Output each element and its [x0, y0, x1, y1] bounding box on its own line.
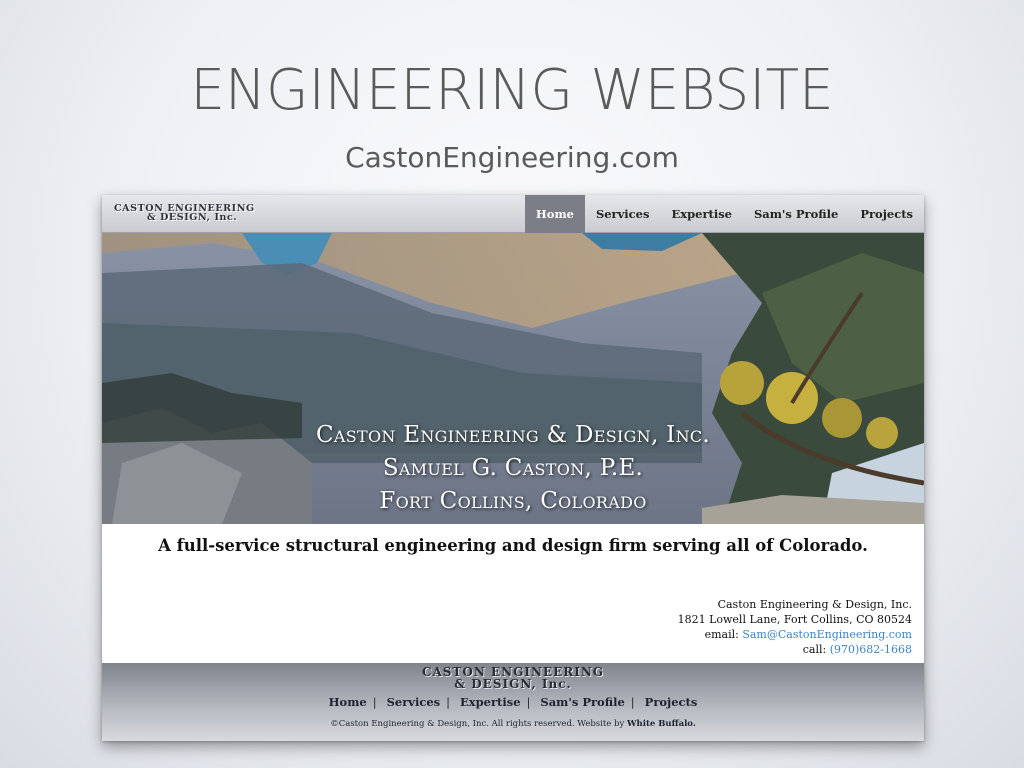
nav-services[interactable]: Services — [585, 195, 661, 233]
slide-title: ENGINEERING WEBSITE — [190, 58, 834, 123]
slide-subtitle: CastonEngineering.com — [345, 141, 679, 174]
hero-title-block: Caston Engineering & Design, Inc. Samuel… — [102, 419, 924, 518]
nav-sams-profile[interactable]: Sam's Profile — [743, 195, 849, 233]
copyright-notice: ©Caston Engineering & Design, Inc. All r… — [102, 719, 924, 729]
footer-nav-home[interactable]: Home — [329, 695, 367, 709]
footer-nav-projects[interactable]: Projects — [645, 695, 698, 709]
footer-nav-sams-profile[interactable]: Sam's Profile — [540, 695, 624, 709]
footer-nav-expertise[interactable]: Expertise — [460, 695, 521, 709]
footer-nav-services[interactable]: Services — [387, 695, 441, 709]
footer-logo-line-2: & DESIGN, Inc. — [454, 677, 572, 691]
logo-line-2: & DESIGN, Inc. — [147, 212, 238, 223]
website-screenshot: CASTON ENGINEERING & DESIGN, Inc. Home S… — [102, 195, 924, 741]
contact-phone-row: call: (970)682-1668 — [678, 642, 912, 657]
credit-link[interactable]: White Buffalo. — [627, 719, 696, 729]
site-logo[interactable]: CASTON ENGINEERING & DESIGN, Inc. — [114, 204, 255, 223]
tagline: A full-service structural engineering an… — [158, 536, 868, 555]
nav-projects[interactable]: Projects — [849, 195, 924, 233]
nav-separator: | — [446, 695, 450, 709]
phone-link[interactable]: (970)682-1668 — [830, 643, 912, 656]
nav-expertise[interactable]: Expertise — [660, 195, 743, 233]
footer-nav: Home | Services | Expertise | Sam's Profile… — [102, 695, 924, 709]
copyright-text: ©Caston Engineering & Design, Inc. All r… — [330, 719, 625, 729]
contact-company: Caston Engineering & Design, Inc. — [717, 598, 912, 611]
footer-logo[interactable]: CASTON ENGINEERING & DESIGN, Inc. — [102, 666, 924, 690]
hero-location: Fort Collins, Colorado — [379, 488, 647, 514]
main-nav: Home Services Expertise Sam's Profile Pr… — [524, 195, 924, 233]
email-link[interactable]: Sam@CastonEngineering.com — [742, 628, 912, 641]
contact-address: 1821 Lowell Lane, Fort Collins, CO 80524 — [677, 613, 912, 626]
nav-separator: | — [372, 695, 377, 709]
hero-engineer-name: Samuel G. Caston, P.E. — [382, 455, 644, 481]
hero-company-name: Caston Engineering & Design, Inc. — [315, 422, 711, 448]
nav-separator: | — [630, 695, 635, 709]
hero-banner: Caston Engineering & Design, Inc. Samuel… — [102, 233, 924, 524]
site-footer: CASTON ENGINEERING & DESIGN, Inc. Home | … — [102, 663, 924, 741]
nav-home[interactable]: Home — [524, 195, 585, 233]
nav-separator: | — [526, 695, 531, 709]
contact-block: Caston Engineering & Design, Inc. 1821 L… — [678, 597, 912, 657]
email-label: email: — [704, 628, 739, 641]
site-header: CASTON ENGINEERING & DESIGN, Inc. Home S… — [102, 195, 924, 233]
contact-email-row: email: Sam@CastonEngineering.com — [678, 627, 912, 642]
call-label: call: — [802, 643, 827, 656]
